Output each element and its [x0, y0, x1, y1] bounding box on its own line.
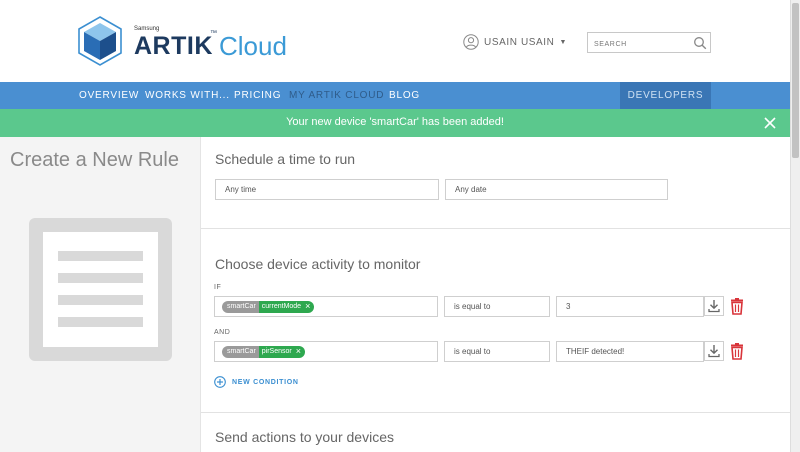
- nav-works-with[interactable]: WORKS WITH...: [145, 82, 230, 109]
- search-input[interactable]: [588, 35, 688, 54]
- artik-cloud-logo[interactable]: Samsung ARTIK ™ Cloud: [78, 16, 288, 66]
- document-icon: [29, 218, 172, 361]
- tag-device-name: smartCar: [222, 301, 259, 313]
- value-input[interactable]: THEIF detected!: [556, 341, 704, 362]
- download-icon[interactable]: [704, 296, 724, 316]
- operator-select[interactable]: is equal to: [444, 341, 550, 362]
- plus-circle-icon: [214, 376, 226, 388]
- cube-logo-icon: [78, 16, 122, 66]
- condition-and-label: AND: [214, 329, 231, 336]
- nav-my-artik-cloud[interactable]: MY ARTIK CLOUD: [289, 82, 384, 109]
- trademark-mark: ™: [210, 30, 217, 37]
- actions-title: Send actions to your devices: [215, 429, 394, 445]
- nav-overview[interactable]: OVERVIEW: [79, 82, 139, 109]
- artik-wordmark: ARTIK: [134, 32, 213, 60]
- device-field-tag: smartCar currentMode ×: [222, 301, 315, 313]
- section-divider: [201, 228, 791, 229]
- trash-icon[interactable]: [727, 296, 747, 316]
- condition-if-label: IF: [214, 284, 222, 291]
- user-menu[interactable]: USAIN USAIN ▼: [463, 33, 566, 51]
- remove-tag-icon[interactable]: ×: [293, 346, 306, 358]
- page: Samsung ARTIK ™ Cloud USAIN USAIN ▼ OVER…: [0, 0, 800, 452]
- tag-field-name: pirSensor: [258, 346, 294, 358]
- new-condition-button[interactable]: NEW CONDITION: [214, 376, 299, 388]
- chevron-down-icon: ▼: [559, 38, 567, 46]
- trash-icon[interactable]: [727, 341, 747, 361]
- scrollbar-thumb[interactable]: [792, 3, 799, 158]
- cloud-wordmark: Cloud: [219, 31, 287, 61]
- search-icon[interactable]: [693, 36, 707, 50]
- user-avatar-icon: [463, 34, 479, 50]
- tag-device-name: smartCar: [222, 346, 259, 358]
- search-box: [587, 32, 711, 54]
- remove-tag-icon[interactable]: ×: [303, 301, 315, 313]
- new-condition-label: NEW CONDITION: [232, 378, 299, 386]
- schedule-title: Schedule a time to run: [215, 151, 356, 167]
- close-icon[interactable]: [764, 117, 776, 129]
- section-divider: [201, 412, 791, 413]
- date-input[interactable]: Any date: [445, 179, 668, 200]
- device-field-selector[interactable]: smartCar pirSensor ×: [214, 341, 438, 362]
- nav-pricing[interactable]: PRICING: [234, 82, 281, 109]
- operator-select[interactable]: is equal to: [444, 296, 550, 317]
- tag-field-name: currentMode: [258, 301, 304, 313]
- download-icon[interactable]: [704, 341, 724, 361]
- nav-developers[interactable]: DEVELOPERS: [620, 82, 711, 109]
- time-input[interactable]: Any time: [215, 179, 439, 200]
- alert-message: Your new device 'smartCar' has been adde…: [286, 116, 504, 128]
- success-alert: Your new device 'smartCar' has been adde…: [0, 109, 790, 137]
- header: Samsung ARTIK ™ Cloud USAIN USAIN ▼: [0, 0, 790, 82]
- page-scrollbar[interactable]: [790, 0, 800, 452]
- nav-blog[interactable]: BLOG: [389, 82, 420, 109]
- page-title: Create a New Rule: [10, 149, 179, 171]
- main-nav: OVERVIEW WORKS WITH... PRICING MY ARTIK …: [0, 82, 790, 109]
- monitor-title: Choose device activity to monitor: [215, 256, 421, 272]
- value-input[interactable]: 3: [556, 296, 704, 317]
- device-field-tag: smartCar pirSensor ×: [222, 346, 306, 358]
- rule-editor: Schedule a time to run Any time Any date…: [200, 137, 791, 452]
- device-field-selector[interactable]: smartCar currentMode ×: [214, 296, 438, 317]
- user-name: USAIN USAIN: [484, 36, 555, 48]
